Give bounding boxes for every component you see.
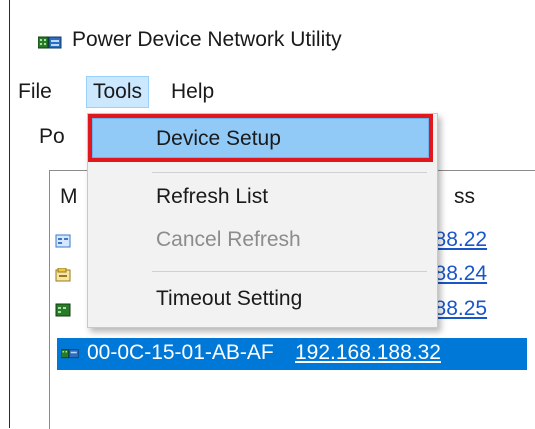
menu-item-timeout-setting[interactable]: Timeout Setting: [88, 279, 437, 319]
app-window: Power Device Network Utility File Tools …: [9, 0, 535, 429]
menu-separator: [152, 172, 427, 173]
menu-file[interactable]: File: [12, 76, 58, 108]
device-row-selected[interactable]: 00-0C-15-01-AB-AF 192.168.188.32: [57, 338, 527, 370]
network-device-icon: [38, 36, 62, 49]
menu-item-refresh-list[interactable]: Refresh List: [88, 177, 437, 217]
device-icon: [61, 349, 79, 359]
device-ip[interactable]: 192.168.188.32: [295, 341, 441, 365]
menu-help[interactable]: Help: [165, 76, 220, 108]
group-label: Po: [39, 125, 65, 148]
column-header-mac[interactable]: M: [60, 185, 78, 209]
device-mac[interactable]: 00-0C-15-01-AB-AF: [87, 341, 274, 365]
menu-separator: [152, 271, 427, 272]
window-title: Power Device Network Utility: [72, 28, 342, 51]
device-icon: [55, 268, 71, 282]
column-header-ip[interactable]: ss: [454, 185, 475, 209]
tools-dropdown-menu: Device Setup Refresh List Cancel Refresh…: [87, 113, 438, 328]
device-icon: [55, 303, 71, 317]
menu-bar: File Tools Help: [10, 76, 535, 110]
title-bar: Power Device Network Utility: [10, 0, 535, 76]
menu-item-device-setup[interactable]: Device Setup: [88, 114, 433, 162]
menu-tools[interactable]: Tools: [86, 76, 150, 108]
menu-item-cancel-refresh: Cancel Refresh: [156, 228, 301, 251]
device-icon: [55, 234, 71, 248]
